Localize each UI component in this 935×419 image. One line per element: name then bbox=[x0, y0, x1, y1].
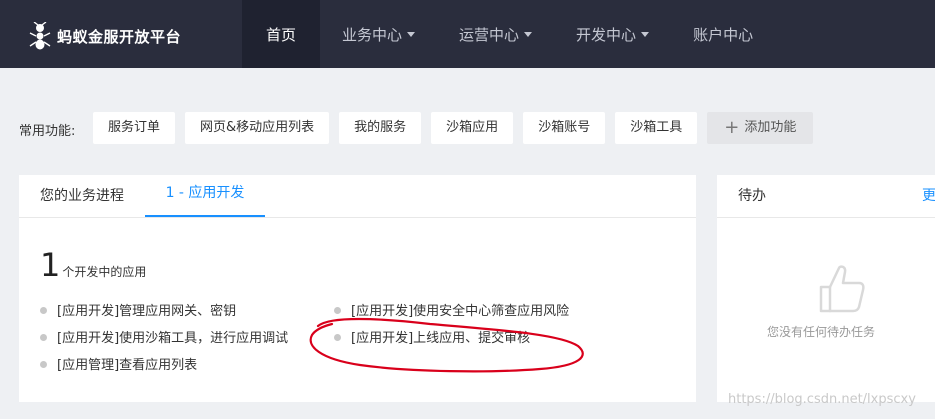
plus-icon: + bbox=[724, 117, 740, 138]
task-label: [应用开发]使用沙箱工具，进行应用调试 bbox=[57, 331, 289, 346]
task-label: [应用开发]使用安全中心筛查应用风险 bbox=[351, 304, 570, 319]
app-count-label: 个开发中的应用 bbox=[62, 265, 147, 279]
nav-item-label: 业务中心 bbox=[342, 26, 403, 44]
bullet-dot-icon bbox=[40, 307, 47, 314]
caret-down-icon bbox=[407, 32, 416, 37]
app-count: 1 个开发中的应用 bbox=[40, 247, 146, 283]
bullet-dot-icon bbox=[334, 307, 341, 314]
caret-down-icon bbox=[641, 32, 650, 37]
bullet-dot-icon bbox=[40, 334, 47, 341]
task-label: [应用开发]管理应用网关、密钥 bbox=[57, 304, 237, 319]
app-count-number: 1 bbox=[40, 246, 61, 284]
brand-name[interactable]: 蚂蚁金服开放平台 bbox=[57, 26, 181, 47]
progress-tabs: 您的业务进程 1 - 应用开发 bbox=[19, 175, 696, 218]
task-link[interactable]: [应用开发]上线应用、提交审核 bbox=[334, 327, 530, 346]
bullet-dot-icon bbox=[40, 361, 47, 368]
quick-app-list-button[interactable]: 网页&移动应用列表 bbox=[185, 112, 330, 144]
quick-sandbox-accounts-button[interactable]: 沙箱账号 bbox=[523, 112, 606, 144]
nav-item-home[interactable]: 首页 bbox=[242, 0, 321, 68]
tab-business-progress[interactable]: 您的业务进程 bbox=[40, 175, 124, 217]
nav-item-account-center[interactable]: 账户中心 bbox=[671, 0, 775, 68]
todo-header: 待办 更 bbox=[717, 175, 935, 218]
todo-title: 待办 bbox=[738, 188, 766, 204]
ant-logo-icon[interactable] bbox=[28, 22, 52, 50]
watermark: https://blog.csdn.net/lxpscxy bbox=[728, 392, 916, 407]
thumbs-up-icon bbox=[819, 265, 865, 313]
business-progress-card: 您的业务进程 1 - 应用开发 1 个开发中的应用 [应用开发]管理应用网关、密钥… bbox=[19, 175, 696, 402]
task-link[interactable]: [应用开发]使用沙箱工具，进行应用调试 bbox=[40, 327, 288, 346]
add-function-button[interactable]: + 添加功能 bbox=[707, 112, 814, 144]
nav-item-label: 运营中心 bbox=[459, 26, 520, 44]
todo-empty-message: 您没有任何待办任务 bbox=[766, 325, 875, 339]
nav-item-business-center[interactable]: 业务中心 bbox=[320, 0, 437, 68]
bullet-dot-icon bbox=[334, 334, 341, 341]
main-nav: 首页 业务中心 运营中心 开发中心 账户中心 bbox=[242, 0, 775, 68]
task-link[interactable]: [应用管理]查看应用列表 bbox=[40, 354, 197, 373]
add-function-label: 添加功能 bbox=[744, 120, 797, 135]
top-navbar: 蚂蚁金服开放平台 首页 业务中心 运营中心 开发中心 账户中心 bbox=[0, 0, 935, 68]
quick-sandbox-apps-button[interactable]: 沙箱应用 bbox=[431, 112, 514, 144]
quick-sandbox-tools-button[interactable]: 沙箱工具 bbox=[615, 112, 698, 144]
nav-item-developer-center[interactable]: 开发中心 bbox=[554, 0, 671, 68]
task-link[interactable]: [应用开发]使用安全中心筛查应用风险 bbox=[334, 300, 569, 319]
task-label: [应用管理]查看应用列表 bbox=[57, 358, 198, 373]
quick-functions-bar: 服务订单 网页&移动应用列表 我的服务 沙箱应用 沙箱账号 沙箱工具 + 添加功能 bbox=[93, 112, 823, 144]
task-link[interactable]: [应用开发]管理应用网关、密钥 bbox=[40, 300, 236, 319]
todo-card: 待办 更 您没有任何待办任务 bbox=[717, 175, 935, 402]
nav-item-label: 账户中心 bbox=[693, 26, 754, 44]
nav-item-label: 开发中心 bbox=[576, 26, 637, 44]
quick-service-orders-button[interactable]: 服务订单 bbox=[93, 112, 176, 144]
tab-app-development[interactable]: 1 - 应用开发 bbox=[145, 175, 265, 217]
nav-item-label: 首页 bbox=[266, 26, 297, 44]
nav-item-operations-center[interactable]: 运营中心 bbox=[437, 0, 554, 68]
quick-functions-label: 常用功能: bbox=[19, 124, 76, 139]
task-label: [应用开发]上线应用、提交审核 bbox=[351, 331, 531, 346]
quick-my-services-button[interactable]: 我的服务 bbox=[339, 112, 422, 144]
todo-more-link[interactable]: 更 bbox=[922, 175, 935, 217]
caret-down-icon bbox=[524, 32, 533, 37]
